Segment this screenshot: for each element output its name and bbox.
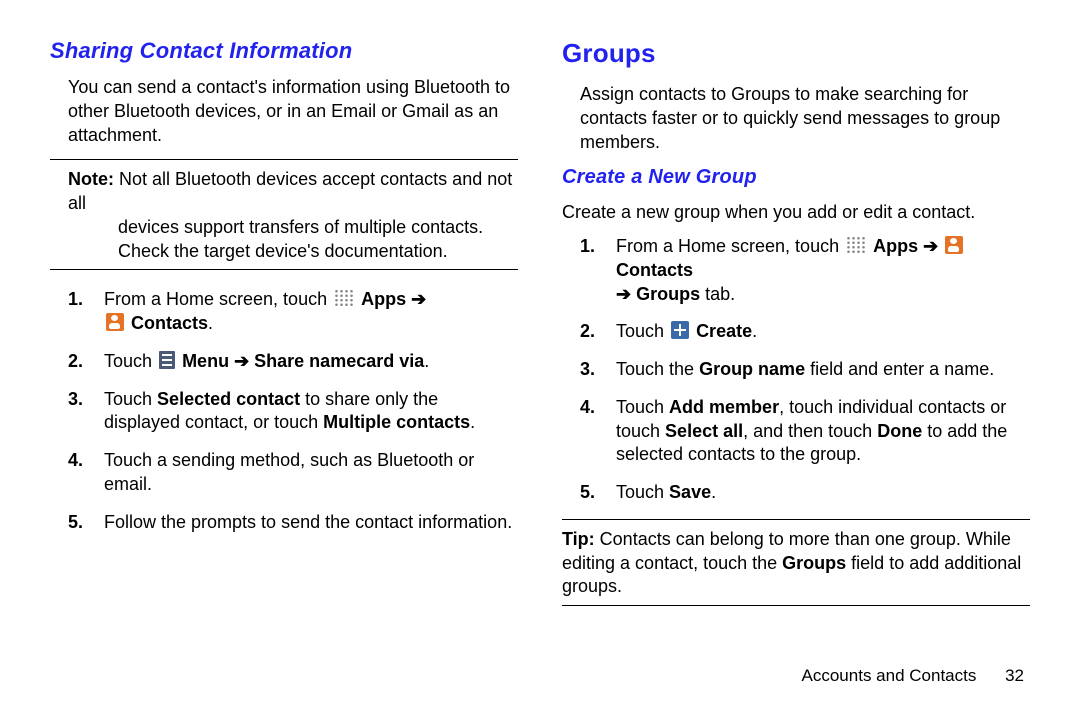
divider: [562, 519, 1030, 520]
page-footer: Accounts and Contacts 32: [802, 666, 1024, 686]
plus-icon: [671, 321, 689, 339]
contacts-icon: [945, 236, 963, 254]
select-all-label: Select all: [665, 421, 743, 441]
add-member-label: Add member: [669, 397, 779, 417]
heading-groups: Groups: [562, 38, 1030, 69]
step-5: Follow the prompts to send the contact i…: [68, 511, 518, 535]
note-label: Note:: [68, 169, 114, 189]
heading-sharing-contact-info: Sharing Contact Information: [50, 38, 518, 64]
contacts-label: Contacts: [616, 260, 693, 280]
step-text: Touch: [104, 351, 157, 371]
left-column: Sharing Contact Information You can send…: [50, 38, 518, 614]
step-1: From a Home screen, touch Apps ➔ Contact…: [68, 288, 518, 336]
period: .: [752, 321, 757, 341]
arrow-icon: ➔: [229, 351, 254, 371]
period: .: [470, 412, 475, 432]
step-text: From a Home screen, touch: [104, 289, 332, 309]
step-text: tab.: [700, 284, 735, 304]
step-2: Touch Menu ➔ Share namecard via.: [68, 350, 518, 374]
step-3: Touch the Group name field and enter a n…: [580, 358, 1030, 382]
right-column: Groups Assign contacts to Groups to make…: [562, 38, 1030, 614]
save-label: Save: [669, 482, 711, 502]
contacts-icon: [106, 313, 124, 331]
period: .: [424, 351, 429, 371]
apps-label: Apps: [361, 289, 406, 309]
note-text-line2: devices support transfers of multiple co…: [118, 216, 518, 264]
step-3: Touch Selected contact to share only the…: [68, 388, 518, 436]
share-namecard-label: Share namecard via: [254, 351, 424, 371]
step-2: Touch Create.: [580, 320, 1030, 344]
multiple-contacts-label: Multiple contacts: [323, 412, 470, 432]
arrow-icon: ➔: [406, 289, 426, 309]
contacts-label: Contacts: [131, 313, 208, 333]
step-text: Touch: [616, 482, 669, 502]
groups-tab-label: Groups: [636, 284, 700, 304]
menu-label: Menu: [182, 351, 229, 371]
apps-label: Apps: [873, 236, 918, 256]
step-4: Touch Add member, touch individual conta…: [580, 396, 1030, 467]
group-name-label: Group name: [699, 359, 805, 379]
arrow-icon: ➔: [616, 284, 636, 304]
step-text: Touch: [616, 321, 669, 341]
step-1: From a Home screen, touch Apps ➔ Contact…: [580, 235, 1030, 306]
period: .: [711, 482, 716, 502]
page-number: 32: [1005, 666, 1024, 685]
tip-block: Tip: Contacts can belong to more than on…: [562, 528, 1030, 599]
apps-grid-icon: [334, 289, 354, 307]
tip-label: Tip:: [562, 529, 595, 549]
create-label: Create: [696, 321, 752, 341]
note-text-line1: Not all Bluetooth devices accept contact…: [68, 169, 512, 213]
footer-section: Accounts and Contacts: [802, 666, 977, 685]
apps-grid-icon: [846, 236, 866, 254]
step-text: Touch the: [616, 359, 699, 379]
step-text: field and enter a name.: [805, 359, 994, 379]
step-5: Touch Save.: [580, 481, 1030, 505]
heading-create-new-group: Create a New Group: [562, 166, 1030, 189]
divider: [50, 269, 518, 270]
create-group-intro: Create a new group when you add or edit …: [562, 201, 1030, 225]
manual-page: Sharing Contact Information You can send…: [0, 0, 1080, 614]
note-block: Note: Not all Bluetooth devices accept c…: [50, 168, 518, 263]
step-text: Touch: [104, 389, 157, 409]
groups-field-label: Groups: [782, 553, 846, 573]
selected-contact-label: Selected contact: [157, 389, 300, 409]
arrow-icon: ➔: [918, 236, 943, 256]
step-text: Touch: [616, 397, 669, 417]
done-label: Done: [877, 421, 922, 441]
steps-list-right: From a Home screen, touch Apps ➔ Contact…: [562, 235, 1030, 505]
step-4: Touch a sending method, such as Bluetoot…: [68, 449, 518, 497]
intro-paragraph: You can send a contact's information usi…: [50, 76, 518, 147]
step-text: From a Home screen, touch: [616, 236, 844, 256]
step-text: , and then touch: [743, 421, 877, 441]
divider: [50, 159, 518, 160]
divider: [562, 605, 1030, 606]
groups-intro: Assign contacts to Groups to make search…: [562, 83, 1030, 154]
period: .: [208, 313, 213, 333]
menu-icon: [159, 351, 175, 369]
steps-list-left: From a Home screen, touch Apps ➔ Contact…: [50, 288, 518, 534]
